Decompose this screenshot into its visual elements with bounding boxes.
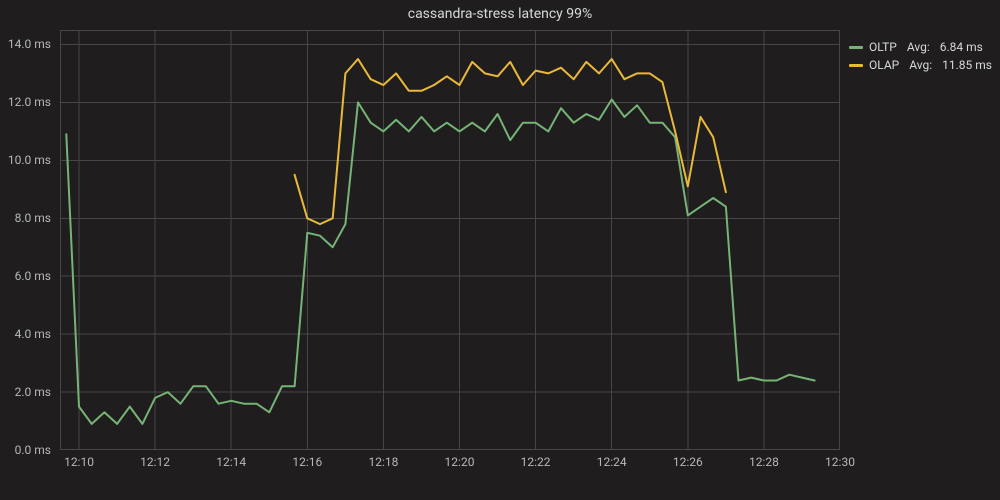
x-tick-label: 12:30 [825, 455, 855, 469]
legend: OLTP Avg: 6.84 ms OLAP Avg: 11.85 ms [849, 40, 992, 76]
legend-stat-label-olap: Avg: [909, 58, 932, 72]
y-tick-label: 12.0 ms [8, 95, 51, 109]
legend-swatch-oltp [849, 46, 863, 49]
series-oltp [66, 100, 814, 424]
x-tick-label: 12:18 [368, 455, 398, 469]
x-tick-label: 12:20 [445, 455, 475, 469]
y-tick-label: 4.0 ms [15, 327, 51, 341]
series-lines [66, 59, 814, 424]
legend-stat-value-olap: 11.85 ms [942, 58, 992, 72]
legend-stat-label-oltp: Avg: [907, 40, 930, 54]
series-olap [295, 59, 726, 224]
chart-panel: cassandra-stress latency 99% 0.0 ms 2.0 m… [0, 0, 1000, 500]
x-tick-label: 12:24 [597, 455, 627, 469]
y-axis-ticks: 0.0 ms2.0 ms4.0 ms6.0 ms8.0 ms10.0 ms12.… [0, 30, 55, 450]
x-tick-label: 12:28 [749, 455, 779, 469]
y-tick-label: 0.0 ms [15, 443, 51, 457]
y-tick-label: 2.0 ms [15, 385, 51, 399]
legend-item-oltp[interactable]: OLTP Avg: 6.84 ms [849, 40, 992, 54]
plot-area[interactable] [60, 30, 840, 450]
x-tick-label: 12:14 [216, 455, 246, 469]
y-tick-label: 10.0 ms [8, 153, 51, 167]
x-tick-label: 12:26 [673, 455, 703, 469]
legend-label-oltp: OLTP [869, 40, 897, 54]
x-axis-ticks: 12:10 12:12 12:14 12:16 12:18 12:20 12:22 12:24… [60, 455, 840, 475]
chart-title: cassandra-stress latency 99% [0, 6, 1000, 22]
y-tick-label: 14.0 ms [8, 37, 51, 51]
x-tick-label: 12:22 [521, 455, 551, 469]
legend-stat-value-oltp: 6.84 ms [940, 40, 983, 54]
legend-item-olap[interactable]: OLAP Avg: 11.85 ms [849, 58, 992, 72]
grid-lines [60, 30, 840, 450]
legend-swatch-olap [849, 64, 863, 67]
x-tick-label: 12:16 [292, 455, 322, 469]
x-tick-label: 12:12 [140, 455, 170, 469]
plot-border [61, 31, 840, 450]
legend-label-olap: OLAP [869, 58, 899, 72]
y-tick-label: 8.0 ms [15, 211, 51, 225]
x-tick-label: 12:10 [64, 455, 94, 469]
y-tick-label: 6.0 ms [15, 269, 51, 283]
